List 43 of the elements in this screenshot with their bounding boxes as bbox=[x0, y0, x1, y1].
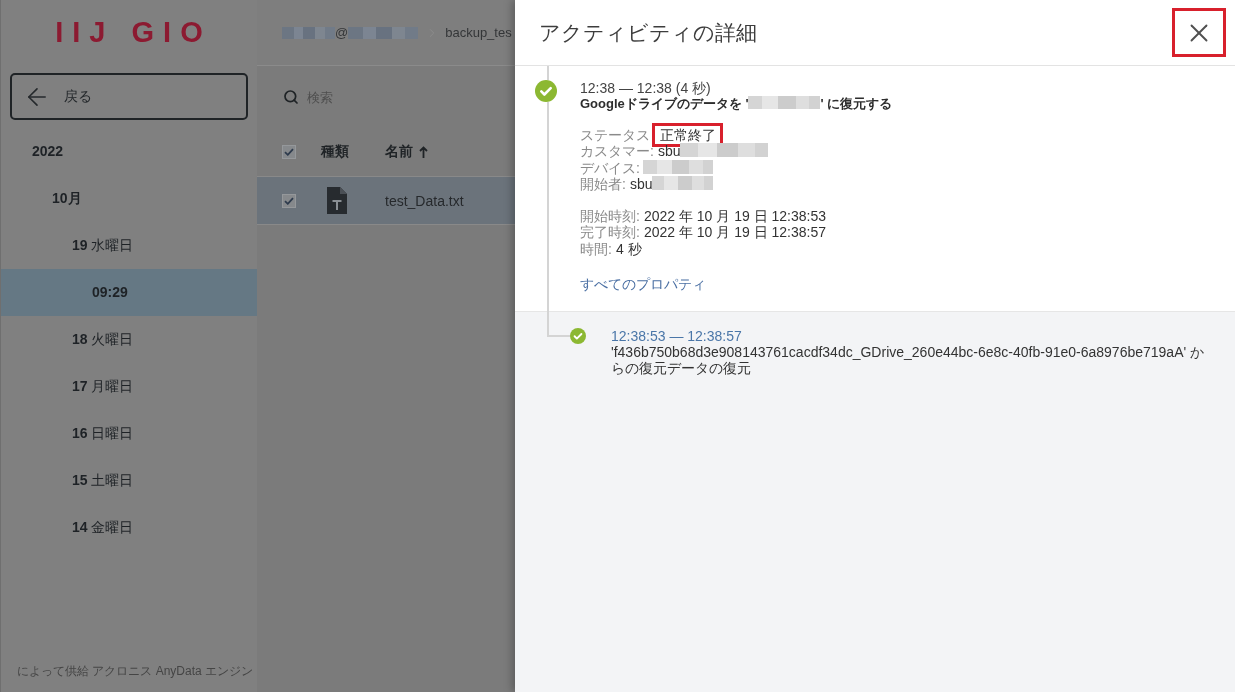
tree-item[interactable]: 14 金曜日 bbox=[1, 504, 257, 551]
tree-item[interactable]: 19 水曜日 bbox=[1, 222, 257, 269]
panel-title: アクティビティの詳細 bbox=[539, 19, 757, 46]
property-label: デバイス: bbox=[580, 159, 640, 176]
tree-item[interactable]: 2022 bbox=[1, 128, 257, 175]
activity-time: 12:38 — 12:38 (4 秒) bbox=[580, 80, 712, 96]
search-icon bbox=[283, 89, 299, 105]
breadcrumb-text: @ bbox=[335, 25, 349, 40]
property-label: 完了時刻: bbox=[580, 224, 640, 241]
property-label: カスタマー: bbox=[580, 143, 654, 160]
table-row[interactable]: test_Data.txt bbox=[257, 177, 515, 225]
column-header[interactable]: 名前 bbox=[385, 143, 428, 161]
checkbox[interactable] bbox=[282, 145, 296, 159]
breadcrumb-link[interactable]: backup_tes bbox=[445, 25, 512, 40]
checkbox[interactable] bbox=[282, 193, 296, 208]
tree-item[interactable]: 18 火曜日 bbox=[1, 316, 257, 363]
property-value: 2022 年 10 月 19 日 12:38:57 bbox=[643, 224, 826, 241]
column-header[interactable]: 種類 bbox=[321, 143, 349, 161]
tree-item[interactable]: 17 月曜日 bbox=[1, 363, 257, 410]
property-label: 開始者: bbox=[580, 175, 626, 192]
tree-item[interactable]: 10月 bbox=[1, 175, 257, 222]
activity-title: ' に復元する bbox=[820, 96, 893, 111]
all-properties-link[interactable]: すべてのプロパティ bbox=[580, 276, 706, 293]
property-label: ステータス bbox=[580, 127, 650, 143]
tree-item[interactable]: 09:29 bbox=[1, 269, 257, 316]
text-file-icon bbox=[327, 187, 347, 214]
property-value: 4 秒 bbox=[615, 240, 642, 257]
sub-activity-description: 'f436b750b68d3e908143761cacdf34dc_GDrive_260e44bc-6e8c-40fb-91e0-6a8976be719aA' からの復元データの復元 bbox=[611, 344, 1206, 377]
property-value: 2022 年 10 月 19 日 12:38:53 bbox=[643, 208, 826, 225]
back-button[interactable]: 戻る bbox=[10, 73, 248, 120]
sub-activity-time: 12:38:53 — 12:38:57 bbox=[611, 328, 742, 345]
property-value: sbu bbox=[629, 175, 653, 192]
logo: IIJ GIO bbox=[54, 18, 212, 47]
tree-item[interactable]: 16 日曜日 bbox=[1, 410, 257, 457]
activity-title: Googleドライブのデータを ' bbox=[580, 96, 749, 111]
tree-item[interactable]: 15 土曜日 bbox=[1, 457, 257, 504]
property-label: 時間: bbox=[580, 240, 612, 257]
property-label: 開始時刻: bbox=[580, 208, 640, 225]
checkmark-icon bbox=[284, 148, 294, 156]
table-cell-text: test_Data.txt bbox=[385, 192, 465, 209]
timeline-line bbox=[547, 66, 549, 80]
checkmark-icon bbox=[284, 196, 294, 205]
close-button[interactable] bbox=[1172, 8, 1226, 57]
